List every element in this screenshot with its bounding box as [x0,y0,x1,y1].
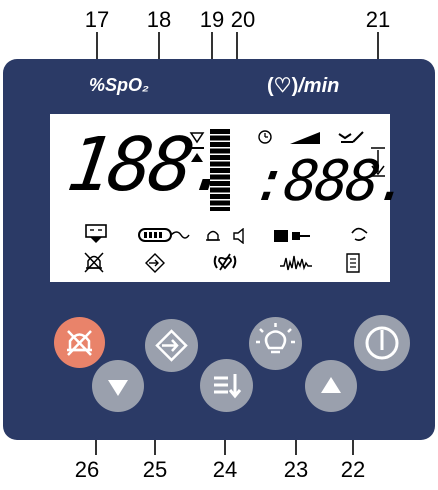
callout-21: 21 [365,7,391,32]
power-icon [365,326,399,360]
clock-icon [258,130,272,144]
hand-probe-icon [351,227,368,241]
speaker-icon [233,228,244,244]
spo2-label: %SpO₂ [89,75,149,95]
callout-25: 25 [142,457,168,482]
volume-ramp-icon [290,132,320,144]
pulse-alarm-off-icon [213,253,237,271]
lcd-display: 188. :888. [50,114,412,282]
alarm-off-icon [84,252,104,273]
bell-icon [206,230,220,241]
triangle-up-icon [321,377,341,393]
pulse-unit-label: /min [298,75,340,97]
callout-18: 18 [146,7,172,32]
menu-button[interactable] [200,359,253,412]
callout-19: 19 [199,7,225,32]
pulse-waveform-icon [280,255,312,271]
callout-26: 26 [74,457,100,482]
probe-icon [274,230,310,242]
signal-bar-graph [210,129,230,211]
callout-17: 17 [84,7,110,32]
up-button[interactable] [305,360,357,412]
down-button[interactable] [92,360,144,412]
menu-arrow-icon [214,374,242,399]
callout-24: 24 [212,457,238,482]
limit-arrow-icon [371,147,385,177]
backlight-button[interactable] [249,317,302,370]
memory-icon [346,253,360,273]
enter-icon [145,253,165,273]
pulse-rate-label: (♡)/min [267,73,339,98]
battery-charging-icon [85,224,107,243]
alarm-limits-icon [189,132,205,162]
callout-22: 22 [340,457,366,482]
enter-arrow-icon [155,329,188,362]
pulse-rate-readout: :888. [249,149,413,214]
triangle-down-icon [108,380,128,396]
callout-20: 20 [230,7,256,32]
heart-pulse-icon: (♡) [267,75,299,97]
battery-level-icon [138,228,190,242]
enter-button[interactable] [145,319,198,372]
power-button[interactable] [354,315,410,371]
sensor-icon [338,131,364,143]
callout-23: 23 [283,457,309,482]
light-icon [256,323,295,354]
